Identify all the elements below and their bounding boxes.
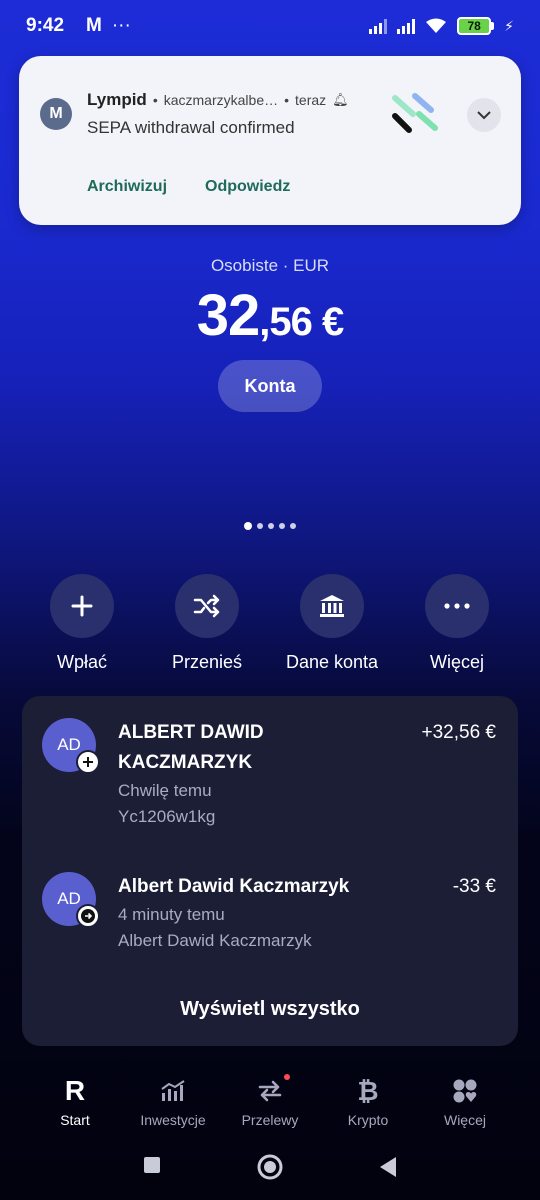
chevron-down-icon [477, 111, 491, 120]
square-icon [144, 1157, 160, 1173]
transfer-icon [258, 1080, 282, 1102]
reply-button[interactable]: Odpowiedz [205, 178, 290, 196]
lympid-logo-icon [392, 93, 438, 133]
bank-icon [320, 595, 344, 617]
bottom-nav: R Start Inwestycje Przelewy ₿ Krypto Wię… [0, 1070, 540, 1140]
transaction-reference: Yc1206w1kg [118, 807, 216, 826]
notification-message: SEPA withdrawal confirmed [87, 118, 295, 137]
add-money-label: Wpłać [56, 652, 107, 672]
view-all-button[interactable]: Wyświetl wszystko [22, 998, 518, 1021]
more-notifications-icon: ··· [111, 15, 131, 36]
arrow-right-badge-icon [76, 904, 100, 928]
balance-amount: 32,56 € [196, 283, 344, 348]
chart-icon [161, 1080, 185, 1101]
add-money-action[interactable]: Wpłać [20, 574, 144, 673]
back-triangle-icon [380, 1157, 396, 1177]
more-icon [444, 603, 470, 609]
nav-transfers[interactable]: Przelewy [220, 1074, 320, 1128]
transaction-row[interactable]: AD Albert Dawid Kaczmarzyk 4 minuty temu… [22, 872, 518, 962]
more-label: Więcej [429, 652, 484, 672]
transaction-time: Chwilę temu [118, 781, 212, 800]
battery-icon: 78 [457, 17, 495, 35]
account-details-action[interactable]: Dane konta [270, 574, 394, 673]
expand-notification-button[interactable] [467, 98, 501, 132]
clock: 9:42 [26, 15, 65, 36]
recents-button[interactable] [143, 1156, 161, 1179]
mail-app-icon: M [40, 98, 72, 130]
bitcoin-icon: ₿ [357, 1075, 379, 1106]
wifi-icon [426, 18, 447, 33]
transaction-time: 4 minuty temu [118, 905, 225, 924]
more-action[interactable]: Więcej [395, 574, 519, 673]
accounts-button[interactable]: Konta [218, 360, 322, 412]
transaction-name-line2: KACZMARZYK [118, 752, 253, 773]
notification-sender: kaczmarzykalbe… [163, 92, 279, 108]
notification-card[interactable]: M Lympid • kaczmarzykalbe… • teraz 🔔︎ SE… [19, 56, 521, 225]
system-nav [0, 1142, 540, 1194]
gmail-icon: M [86, 15, 102, 36]
signal-icon-2 [397, 18, 416, 34]
transaction-amount: -33 € [452, 876, 496, 897]
notification-time: teraz [295, 92, 327, 108]
grid-icon [453, 1079, 477, 1103]
account-label: Osobiste · EUR [210, 256, 330, 275]
back-button[interactable] [378, 1156, 398, 1183]
nav-more[interactable]: Więcej [415, 1076, 515, 1128]
notification-app-name: Lympid [87, 90, 147, 109]
transactions-card: AD ALBERT DAWID KACZMARZYK Chwilę temu Y… [22, 696, 518, 1046]
nav-start[interactable]: R Start [25, 1075, 125, 1128]
move-label: Przenieś [171, 652, 243, 672]
page-indicator [0, 522, 540, 530]
move-action[interactable]: Przenieś [145, 574, 269, 673]
charging-icon: ⚡ [504, 17, 514, 34]
plus-badge-icon [76, 750, 100, 774]
signal-icon [369, 18, 388, 34]
shuffle-icon [193, 594, 220, 618]
transaction-row[interactable]: AD ALBERT DAWID KACZMARZYK Chwilę temu Y… [22, 716, 518, 836]
nav-investments[interactable]: Inwestycje [123, 1076, 223, 1128]
plus-icon [71, 595, 93, 617]
home-button[interactable] [257, 1154, 283, 1185]
notification-dot [284, 1074, 290, 1080]
home-circle-icon [257, 1154, 283, 1180]
transaction-reference: Albert Dawid Kaczmarzyk [118, 931, 312, 950]
revolut-logo-icon: R [64, 1075, 86, 1106]
bell-icon: 🔔︎ [332, 92, 349, 107]
transaction-amount: +32,56 € [421, 722, 497, 743]
status-bar: 9:42 M ··· 78 ⚡ [0, 0, 540, 52]
transaction-name: Albert Dawid Kaczmarzyk [118, 876, 350, 897]
transaction-name: ALBERT DAWID [118, 722, 264, 743]
nav-crypto[interactable]: ₿ Krypto [318, 1075, 418, 1129]
archive-button[interactable]: Archiwizuj [87, 178, 167, 196]
account-details-label: Dane konta [285, 652, 379, 672]
